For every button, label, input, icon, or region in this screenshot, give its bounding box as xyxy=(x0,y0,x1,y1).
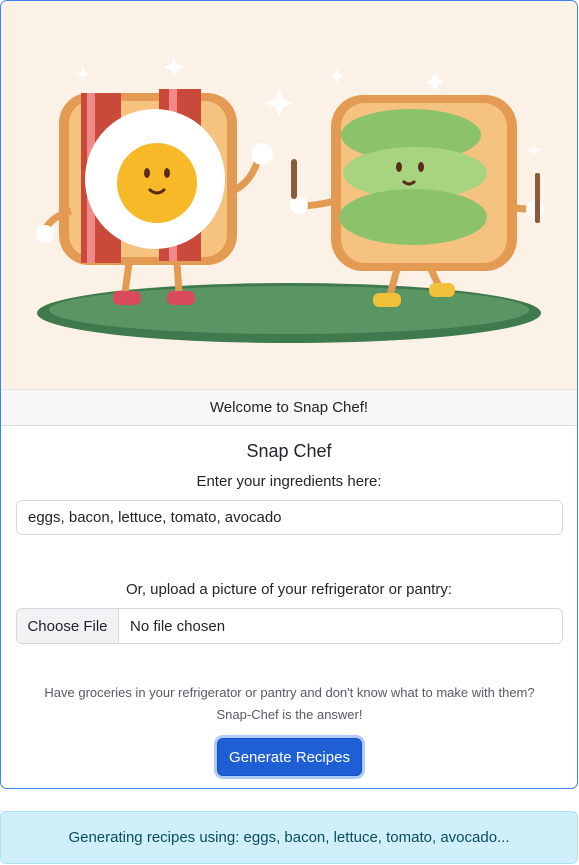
file-upload-input[interactable]: Choose File No file chosen xyxy=(16,608,563,644)
description-line-1: Have groceries in your refrigerator or p… xyxy=(44,685,535,700)
toast-characters-illustration xyxy=(36,57,544,343)
card-header: Welcome to Snap Chef! xyxy=(1,389,577,426)
description-line-2: Snap-Chef is the answer! xyxy=(216,707,363,722)
ingredients-input[interactable] xyxy=(16,500,563,535)
generate-recipes-button[interactable]: Generate Recipes xyxy=(217,738,362,776)
description: Have groceries in your refrigerator or p… xyxy=(21,682,558,726)
hero-illustration xyxy=(1,1,577,389)
choose-file-button[interactable]: Choose File xyxy=(17,609,119,643)
file-status-text: No file chosen xyxy=(130,617,226,635)
page-title: Snap Chef xyxy=(246,441,332,461)
snap-chef-card: Welcome to Snap Chef! Snap Chef Enter yo… xyxy=(0,0,578,789)
ingredients-label: Enter your ingredients here: xyxy=(196,473,382,490)
status-alert: Generating recipes using: eggs, bacon, l… xyxy=(0,811,578,864)
upload-label: Or, upload a picture of your refrigerato… xyxy=(126,581,452,598)
